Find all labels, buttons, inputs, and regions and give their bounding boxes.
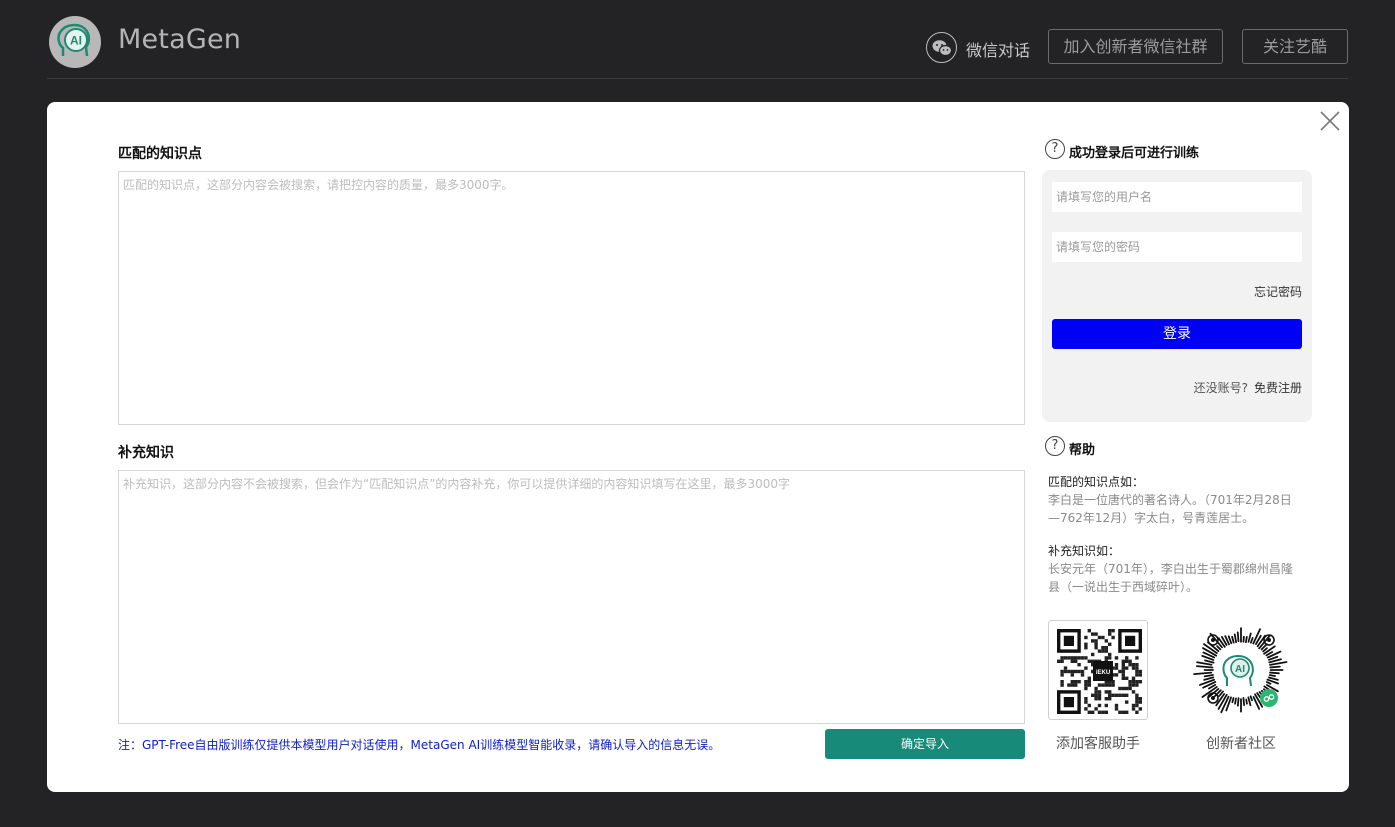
match-knowledge-textarea[interactable]: 匹配的知识点，这部分内容会被搜索，请把控内容的质量，最多3000字。 <box>118 171 1025 425</box>
logo-icon[interactable]: AI <box>49 16 101 68</box>
help-icon: ? <box>1045 436 1065 456</box>
register-link[interactable]: 免费注册 <box>1254 381 1302 395</box>
community-mini-program-code: AI <box>1191 620 1291 720</box>
miniprog-logo-text: AI <box>1235 664 1245 675</box>
forgot-password-link[interactable]: 忘记密码 <box>1254 283 1302 300</box>
header-divider <box>47 78 1348 79</box>
help-match-heading: 匹配的知识点如： <box>1048 475 1145 489</box>
no-account-text: 还没账号? <box>1193 381 1248 395</box>
disclaimer-note: 注：GPT-Free自由版训练仅提供本模型用户对话使用，MetaGen AI训练… <box>118 738 721 752</box>
wechat-icon[interactable] <box>926 32 957 63</box>
wechat-chat-link[interactable]: 微信对话 <box>966 37 1030 61</box>
username-input[interactable]: 请填写您的用户名 <box>1052 182 1302 212</box>
match-label: 匹配的知识点 <box>118 146 202 162</box>
help-match-example: 匹配的知识点如： 李白是一位唐代的著名诗人。（701年2月28日—762年12月… <box>1048 473 1298 527</box>
top-header: AI MetaGen 微信对话 加入创新者微信社群 关注艺酷 <box>0 0 1395 80</box>
help-match-body: 李白是一位唐代的著名诗人。（701年2月28日—762年12月）字太白，号青莲居… <box>1048 493 1292 525</box>
help-supplement-example: 补充知识如： 长安元年（701年），李白出生于蜀郡绵州昌隆县（一说出生于西域碎叶… <box>1048 542 1298 596</box>
password-input[interactable]: 请填写您的密码 <box>1052 232 1302 262</box>
supplement-label: 补充知识 <box>118 445 174 461</box>
login-panel: 请填写您的用户名 请填写您的密码 忘记密码 登录 还没账号? 免费注册 <box>1042 170 1312 422</box>
help-supplement-heading: 补充知识如： <box>1048 544 1121 558</box>
follow-button[interactable]: 关注艺酷 <box>1242 29 1348 64</box>
community-caption: 创新者社区 <box>1206 736 1276 752</box>
login-button[interactable]: 登录 <box>1052 319 1302 349</box>
help-supplement-body: 长安元年（701年），李白出生于蜀郡绵州昌隆县（一说出生于西域碎叶）。 <box>1048 562 1293 594</box>
brand-name: MetaGen <box>118 24 242 55</box>
close-icon[interactable] <box>1319 110 1341 132</box>
help-icon: ? <box>1045 139 1065 159</box>
help-title: 帮助 <box>1069 443 1096 458</box>
training-modal: 匹配的知识点 匹配的知识点，这部分内容会被搜索，请把控内容的质量，最多3000字… <box>47 102 1349 792</box>
login-title: 成功登录后可进行训练 <box>1069 146 1200 161</box>
assistant-qr-code: iEKU <box>1048 620 1148 720</box>
qr-center-text: iEKU <box>1096 670 1110 676</box>
logo-text: AI <box>70 34 82 48</box>
confirm-import-button[interactable]: 确定导入 <box>825 729 1025 759</box>
register-row: 还没账号? 免费注册 <box>1194 379 1302 396</box>
assistant-caption: 添加客服助手 <box>1056 736 1140 752</box>
join-community-button[interactable]: 加入创新者微信社群 <box>1048 29 1223 64</box>
supplement-knowledge-textarea[interactable]: 补充知识，这部分内容不会被搜索，但会作为“匹配知识点”的内容补充，你可以提供详细… <box>118 470 1025 724</box>
